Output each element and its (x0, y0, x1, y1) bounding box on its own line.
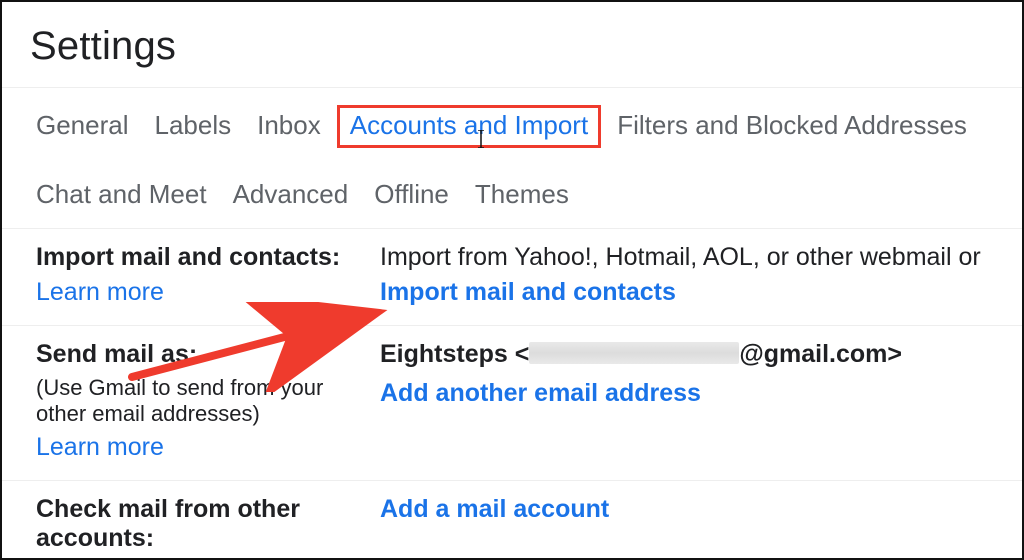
section-check-mail: Check mail from other accounts: Learn mo… (2, 481, 1022, 560)
section-note: (Use Gmail to send from your other email… (36, 375, 370, 427)
add-mail-account-link[interactable]: Add a mail account (380, 495, 992, 524)
tab-inbox[interactable]: Inbox (257, 110, 321, 143)
learn-more-link[interactable]: Learn more (36, 433, 370, 462)
add-another-email-link[interactable]: Add another email address (380, 379, 992, 408)
tab-labels[interactable]: Labels (155, 110, 232, 143)
tab-general[interactable]: General (36, 110, 129, 143)
tab-offline[interactable]: Offline (374, 179, 449, 210)
send-mail-as-identity: Eightsteps < @gmail.com> (380, 340, 992, 369)
tab-advanced[interactable]: Advanced (233, 179, 349, 210)
section-title: Import mail and contacts: (36, 243, 370, 272)
tab-chat-and-meet[interactable]: Chat and Meet (36, 179, 207, 210)
section-import-mail: Import mail and contacts: Learn more Imp… (2, 229, 1022, 326)
tabs-bar: General Labels Inbox Accounts and Import… (2, 88, 1022, 229)
identity-prefix: Eightsteps < (380, 340, 529, 368)
tab-label: Accounts and Import (350, 110, 588, 140)
page-title: Settings (2, 2, 1022, 88)
import-mail-link[interactable]: Import mail and contacts (380, 278, 992, 307)
identity-suffix: @gmail.com> (739, 340, 902, 368)
tab-filters-blocked[interactable]: Filters and Blocked Addresses (617, 110, 967, 143)
redacted-email (529, 342, 739, 364)
tab-accounts-and-import[interactable]: Accounts and Import (337, 105, 601, 148)
import-description: Import from Yahoo!, Hotmail, AOL, or oth… (380, 243, 992, 272)
section-title: Check mail from other accounts: (36, 495, 370, 553)
learn-more-link[interactable]: Learn more (36, 278, 370, 307)
settings-page: Settings General Labels Inbox Accounts a… (0, 0, 1024, 560)
tab-themes[interactable]: Themes (475, 179, 569, 210)
section-send-mail-as: Send mail as: (Use Gmail to send from yo… (2, 326, 1022, 481)
section-title: Send mail as: (36, 340, 370, 369)
